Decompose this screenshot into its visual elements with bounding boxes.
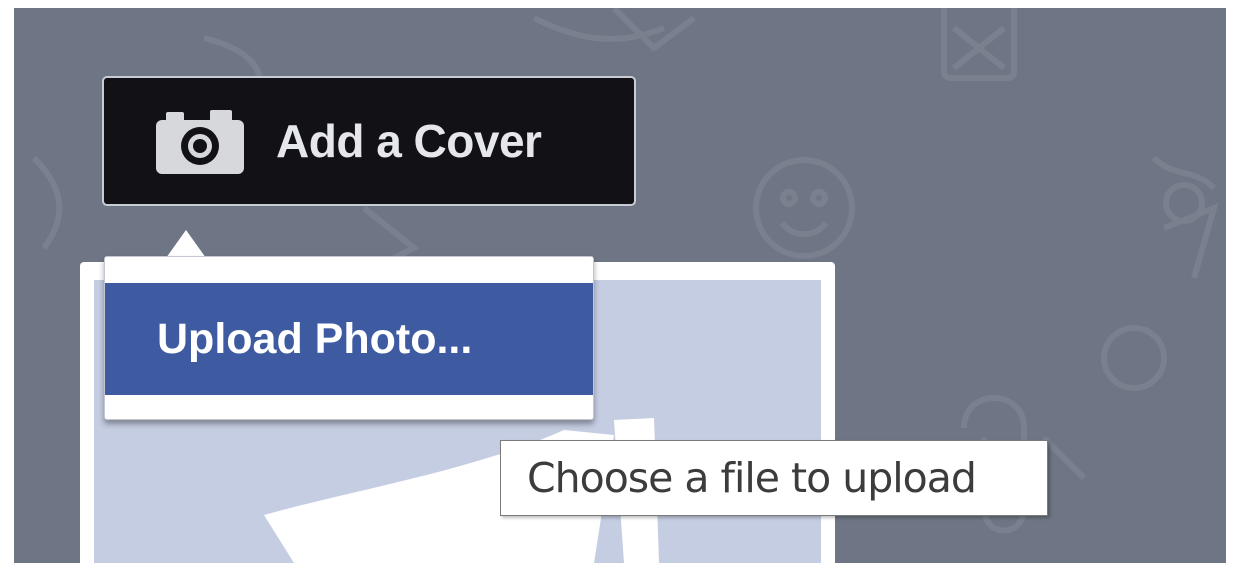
tooltip-text: Choose a file to upload: [527, 454, 977, 502]
add-cover-label: Add a Cover: [276, 115, 542, 167]
upload-photo-menu-item[interactable]: Upload Photo...: [105, 283, 593, 395]
upload-photo-label: Upload Photo...: [157, 315, 473, 363]
add-cover-button[interactable]: Add a Cover: [102, 76, 636, 206]
camera-icon: [156, 110, 244, 174]
add-cover-menu: Upload Photo...: [104, 256, 594, 420]
menu-caret: [166, 230, 206, 258]
upload-tooltip: Choose a file to upload: [500, 440, 1048, 516]
